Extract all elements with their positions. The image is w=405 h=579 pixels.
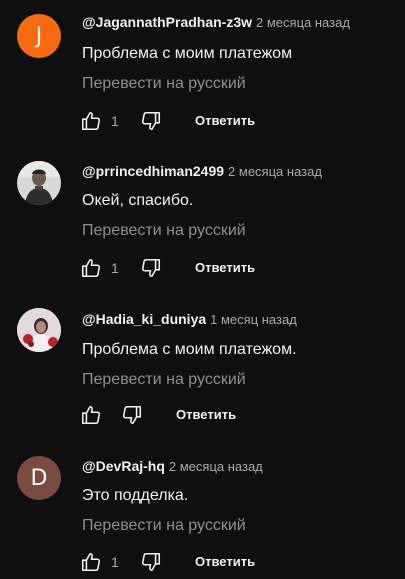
dislike-icon[interactable]: [140, 257, 162, 279]
translate-link[interactable]: Перевести на русский: [82, 516, 246, 536]
comment-header: @prrincedhiman2499 2 месяца назад: [82, 162, 322, 181]
reply-button[interactable]: Ответить: [176, 407, 236, 422]
like-count: 1: [111, 113, 119, 129]
avatar[interactable]: J: [17, 14, 61, 58]
translate-link[interactable]: Перевести на русский: [82, 370, 246, 390]
reply-button[interactable]: Ответить: [195, 554, 255, 569]
like-count: 1: [111, 554, 119, 570]
comment-author[interactable]: @prrincedhiman2499: [82, 163, 224, 179]
avatar[interactable]: [17, 308, 61, 352]
comment-header: @JagannathPradhan-z3w 2 месяца назад: [82, 13, 350, 32]
avatar-letter: J: [35, 23, 43, 49]
comment-author[interactable]: @DevRaj-hq: [82, 458, 165, 474]
avatar-photo: [17, 308, 61, 352]
comment-header: @Hadia_ki_duniya 1 месяц назад: [82, 310, 297, 329]
comment-time[interactable]: 1 месяц назад: [210, 312, 297, 327]
like-count: 1: [111, 260, 119, 276]
comment-time[interactable]: 2 месяца назад: [228, 164, 322, 179]
comment-author[interactable]: @JagannathPradhan-z3w: [82, 14, 252, 30]
avatar-letter: D: [30, 465, 48, 491]
reply-button[interactable]: Ответить: [195, 260, 255, 275]
comment-text: Проблема с моим платежом: [82, 45, 293, 62]
comment-author[interactable]: @Hadia_ki_duniya: [82, 311, 206, 327]
comment-text: Окей, спасибо.: [82, 192, 194, 209]
like-icon[interactable]: [80, 551, 102, 573]
like-icon[interactable]: [80, 110, 102, 132]
dislike-icon[interactable]: [121, 404, 143, 426]
reply-button[interactable]: Ответить: [195, 113, 255, 128]
dislike-icon[interactable]: [140, 551, 162, 573]
comment-time[interactable]: 2 месяца назад: [256, 15, 350, 30]
comment-text: Проблема с моим платежом.: [82, 341, 297, 358]
avatar-photo: [17, 161, 61, 205]
comment-header: @DevRaj-hq 2 месяца назад: [82, 457, 263, 476]
avatar[interactable]: [17, 161, 61, 205]
dislike-icon[interactable]: [140, 110, 162, 132]
comment-time[interactable]: 2 месяца назад: [169, 459, 263, 474]
translate-link[interactable]: Перевести на русский: [82, 74, 246, 94]
comment-text: Это подделка.: [82, 487, 189, 504]
like-icon[interactable]: [80, 257, 102, 279]
like-icon[interactable]: [80, 404, 102, 426]
avatar[interactable]: D: [17, 456, 61, 500]
translate-link[interactable]: Перевести на русский: [82, 221, 246, 241]
